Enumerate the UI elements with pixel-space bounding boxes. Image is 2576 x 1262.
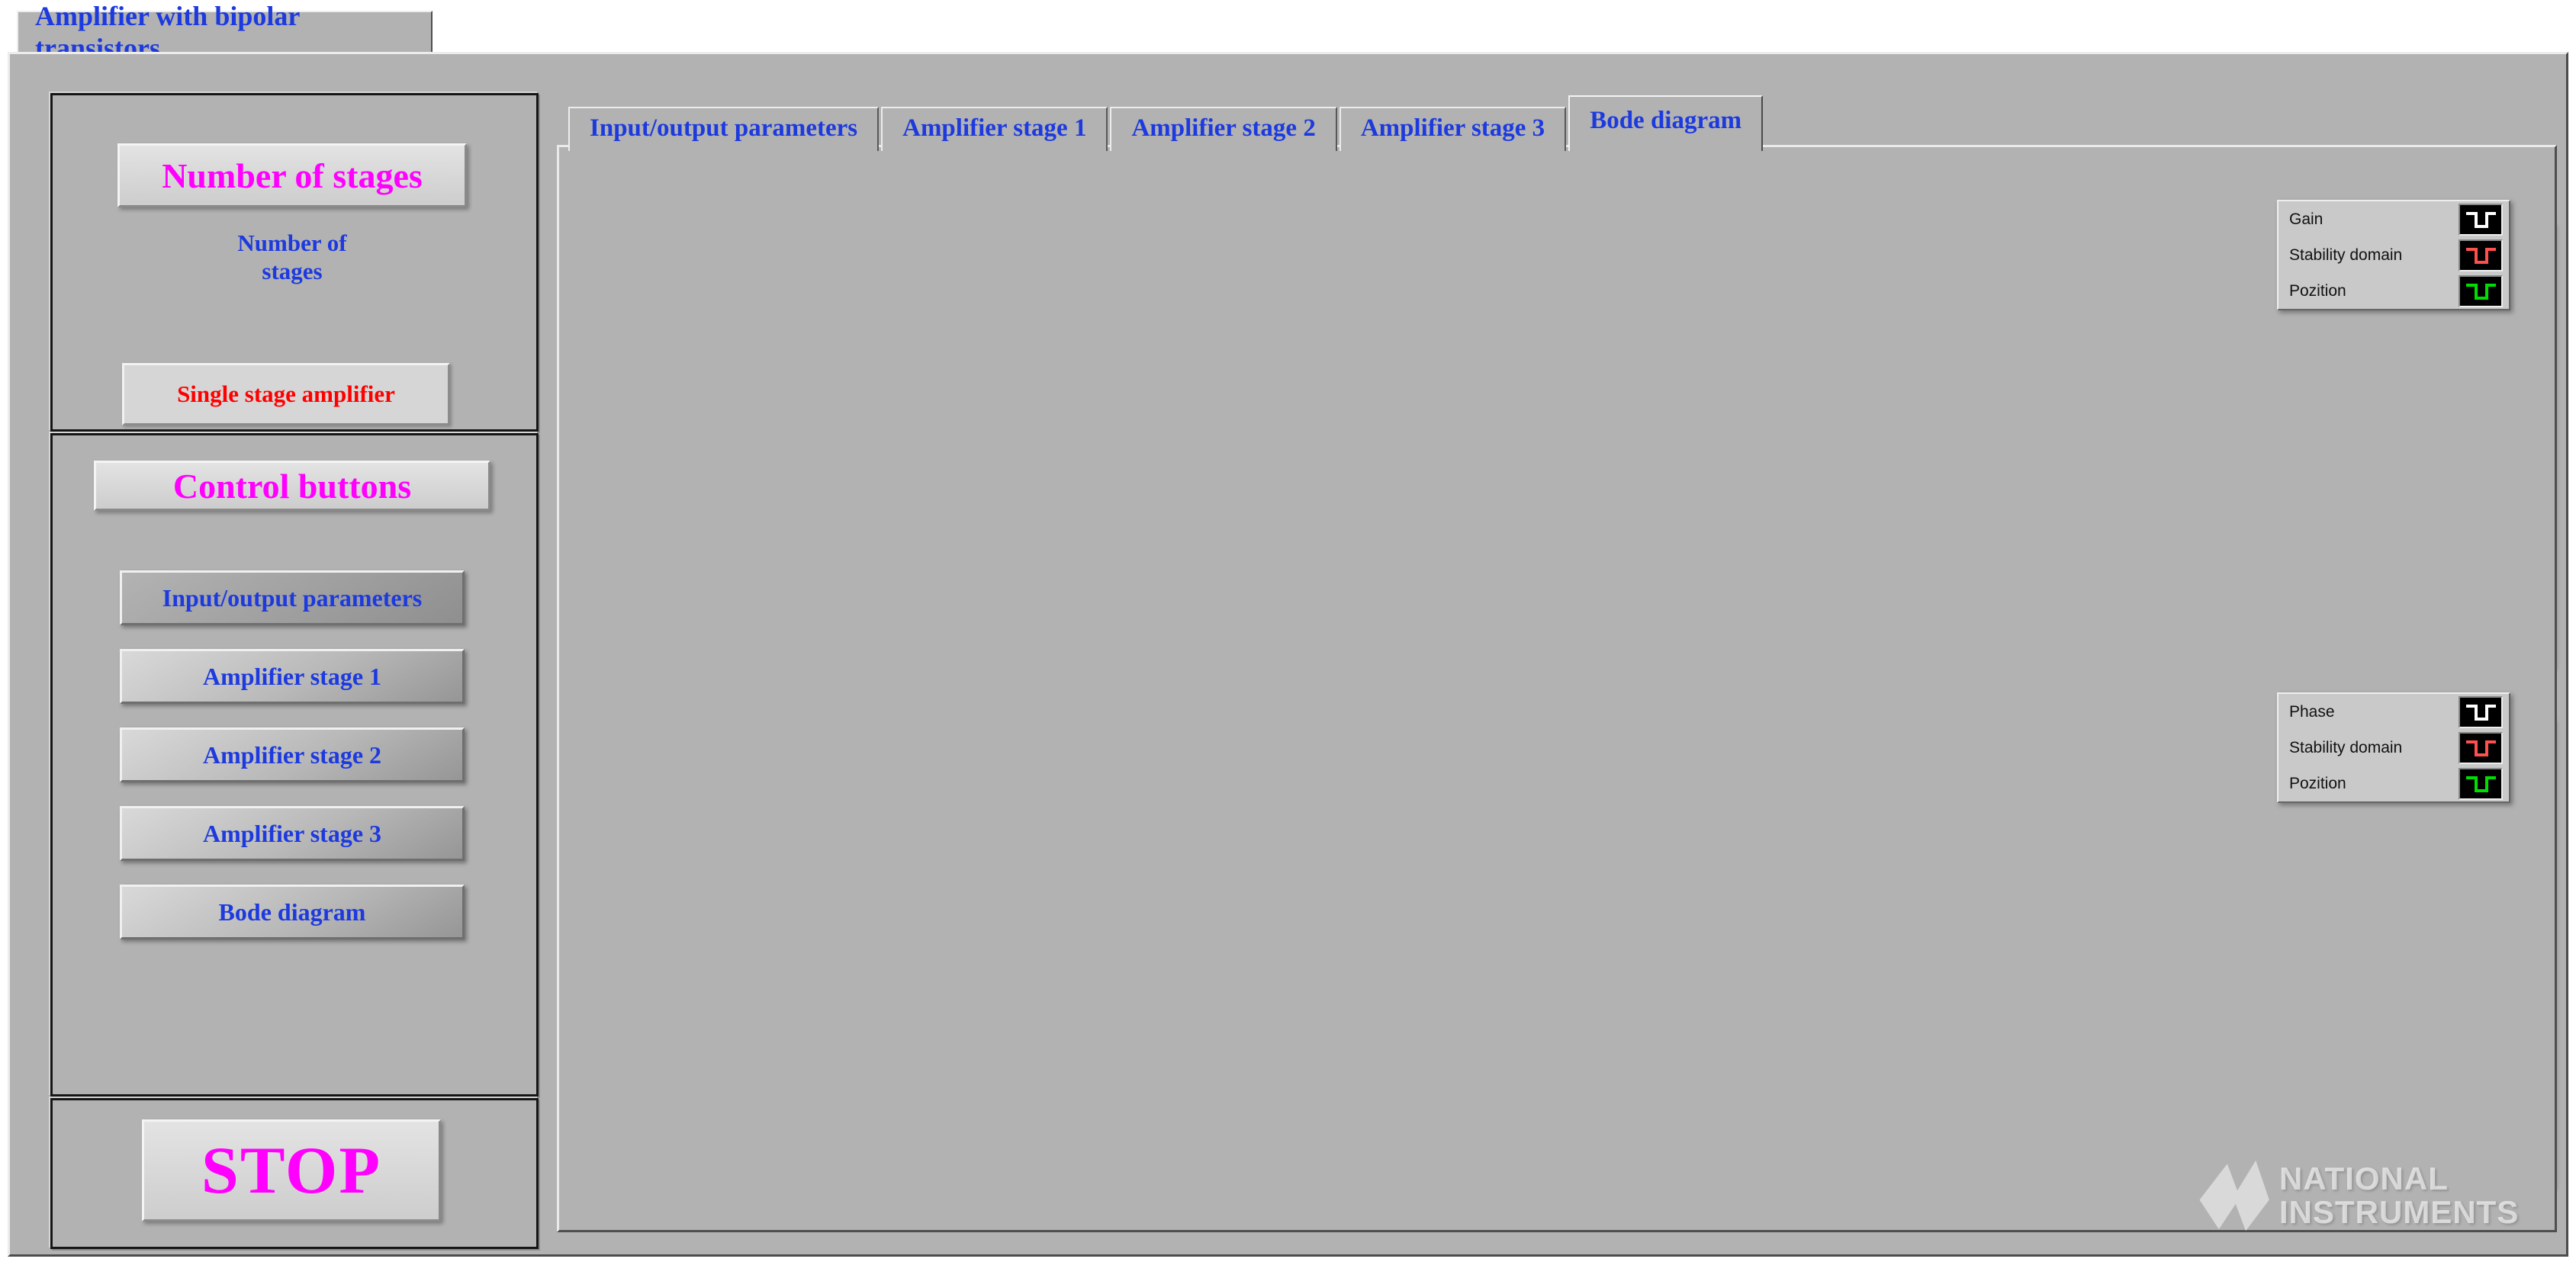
tab-input-output-parameters[interactable]: Input/output parameters	[568, 107, 880, 151]
control-button-input-output-parameters[interactable]: Input/output parameters	[120, 570, 465, 625]
legend-plot-style-icon[interactable]	[2459, 275, 2503, 307]
number-of-stages-header: Number of stages	[117, 143, 467, 207]
control-button-bode-diagram[interactable]: Bode diagram	[120, 885, 465, 939]
stop-button[interactable]: STOP	[142, 1119, 441, 1222]
legend-label: Phase	[2289, 702, 2335, 721]
legend-label: Stability domain	[2289, 738, 2403, 756]
tab-amplifier-stage-1[interactable]: Amplifier stage 1	[881, 107, 1108, 151]
gain-plot-legend: Gain Stability domain Pozition	[2277, 200, 2510, 310]
ni-logo-line1: NATIONAL	[2279, 1161, 2449, 1196]
legend-entry-pozition[interactable]: Pozition	[2279, 273, 2509, 309]
tab-amplifier-stage-2[interactable]: Amplifier stage 2	[1110, 107, 1337, 151]
legend-entry-stability-domain[interactable]: Stability domain	[2279, 730, 2509, 766]
phase-plot-legend: Phase Stability domain Pozition	[2277, 692, 2510, 803]
tab-bode-diagram[interactable]: Bode diagram	[1568, 95, 1764, 151]
stages-selector[interactable]: Single stage amplifier	[122, 363, 450, 425]
control-button-amplifier-stage-1[interactable]: Amplifier stage 1	[120, 649, 465, 704]
legend-plot-style-icon[interactable]	[2459, 695, 2503, 728]
legend-entry-gain[interactable]: Gain	[2279, 201, 2509, 237]
legend-entry-pozition[interactable]: Pozition	[2279, 766, 2509, 801]
legend-label: Pozition	[2289, 774, 2346, 792]
page-tabstrip: Input/output parameters Amplifier stage 1…	[568, 95, 1765, 151]
legend-label: Pozition	[2289, 281, 2346, 300]
number-of-stages-label: Number of stages	[237, 230, 347, 284]
legend-plot-style-icon[interactable]	[2459, 731, 2503, 764]
bode-diagram-page	[557, 145, 2557, 1232]
control-button-amplifier-stage-2[interactable]: Amplifier stage 2	[120, 727, 465, 782]
legend-plot-style-icon[interactable]	[2459, 203, 2503, 236]
legend-entry-stability-domain[interactable]: Stability domain	[2279, 237, 2509, 273]
control-buttons-header: Control buttons	[94, 461, 490, 511]
ni-logo-line2: INSTRUMENTS	[2279, 1194, 2520, 1230]
legend-plot-style-icon[interactable]	[2459, 767, 2503, 800]
ni-eagle-icon	[2199, 1160, 2269, 1231]
legend-label: Stability domain	[2289, 246, 2403, 264]
legend-entry-phase[interactable]: Phase	[2279, 694, 2509, 730]
control-button-amplifier-stage-3[interactable]: Amplifier stage 3	[120, 806, 465, 861]
window-tab[interactable]: Amplifier with bipolar transistors	[17, 1, 433, 63]
legend-plot-style-icon[interactable]	[2459, 239, 2503, 271]
legend-label: Gain	[2289, 210, 2324, 228]
tab-amplifier-stage-3[interactable]: Amplifier stage 3	[1339, 107, 1567, 151]
national-instruments-logo: NATIONAL INSTRUMENTS	[2195, 1150, 2562, 1241]
